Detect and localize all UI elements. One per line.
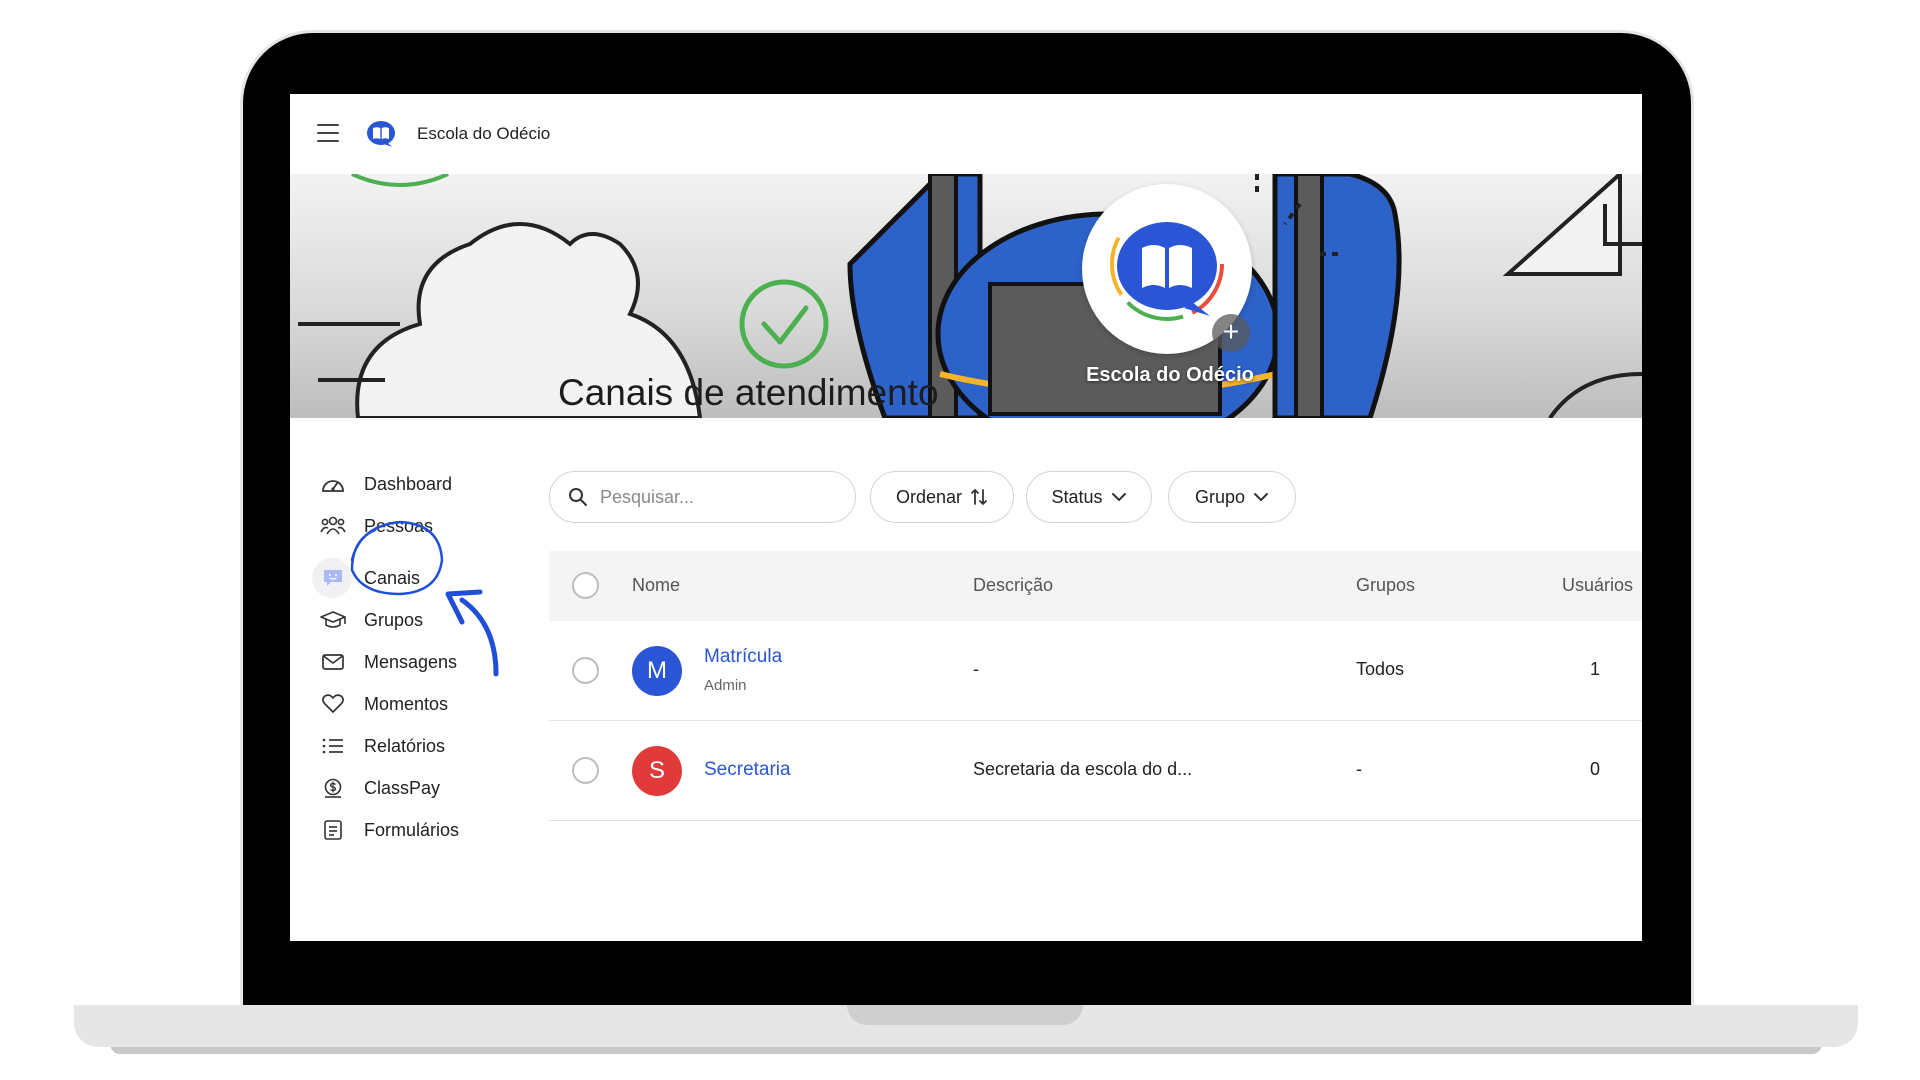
sidebar-item-label: Grupos: [364, 609, 424, 630]
sidebar-item-label: Dashboard: [364, 473, 453, 494]
laptop-notch: [847, 1005, 1083, 1025]
page-title: Canais de atendimento: [558, 372, 939, 413]
sidebar-item-label: Pessoas: [364, 515, 434, 536]
search-input[interactable]: [600, 486, 840, 508]
chevron-down-icon: [1254, 493, 1269, 501]
column-header-name[interactable]: Nome: [632, 575, 680, 596]
banner-school-name: Escola do Odécio: [1086, 364, 1254, 386]
sidebar-item-label: Momentos: [364, 693, 449, 714]
channel-groups: Todos: [1356, 659, 1405, 679]
school-name: Escola do Odécio: [417, 124, 551, 143]
cover-banner: + Escola do Odécio: [290, 174, 1642, 418]
dashboard-icon: [320, 471, 346, 497]
sidebar-item-mensagens[interactable]: Mensagens: [320, 644, 457, 680]
channel-users-count: 0: [1590, 759, 1601, 779]
people-icon: [320, 513, 346, 539]
envelope-icon: [320, 649, 346, 675]
sidebar-item-relatorios[interactable]: Relatórios: [320, 728, 445, 764]
column-header-description[interactable]: Descrição: [973, 575, 1053, 596]
table-header: Nome Descrição Grupos Usuários: [549, 551, 1642, 621]
channel-name-link[interactable]: Secretaria: [704, 759, 791, 781]
column-header-users[interactable]: Usuários: [1562, 575, 1633, 596]
sort-arrows-icon: [971, 489, 987, 505]
add-cover-button[interactable]: +: [1212, 314, 1250, 352]
sort-label: Ordenar: [895, 486, 963, 507]
sidebar-item-formularios[interactable]: Formulários: [320, 812, 459, 848]
sidebar-item-grupos[interactable]: Grupos: [320, 602, 423, 638]
money-bag-icon: [320, 775, 346, 801]
sidebar-item-momentos[interactable]: Momentos: [320, 686, 448, 722]
sidebar-item-pessoas[interactable]: Pessoas: [320, 508, 433, 544]
group-filter-label: Grupo: [1194, 486, 1246, 507]
status-filter-dropdown[interactable]: Status: [1026, 471, 1152, 523]
channel-name-link[interactable]: Matrícula: [704, 646, 782, 668]
column-header-groups[interactable]: Grupos: [1356, 575, 1415, 596]
form-icon: [320, 817, 346, 843]
sidebar-item-label: Formulários: [364, 819, 460, 840]
channel-groups: -: [1356, 759, 1362, 779]
channel-users-count: 1: [1590, 659, 1601, 679]
chevron-down-icon: [1111, 493, 1126, 501]
row-checkbox[interactable]: [572, 757, 599, 784]
channel-avatar: M: [632, 646, 682, 696]
heart-icon: [320, 691, 346, 717]
school-logo-icon: [367, 121, 395, 147]
graduation-cap-icon: [320, 607, 346, 633]
sidebar-item-canais[interactable]: Canais: [320, 560, 420, 596]
sidebar-item-label: Canais: [364, 567, 421, 588]
status-filter-label: Status: [1051, 486, 1103, 507]
table-row[interactable]: S Secretaria Secretaria da escola do d..…: [549, 721, 1642, 821]
sidebar-item-label: Mensagens: [364, 651, 458, 672]
list-icon: [320, 733, 346, 759]
sidebar-item-classpay[interactable]: ClassPay: [320, 770, 440, 806]
hamburger-menu-icon[interactable]: [317, 124, 339, 142]
search-box[interactable]: [549, 471, 856, 523]
channel-description: -: [973, 659, 979, 679]
channel-subtitle: Admin: [704, 677, 747, 694]
channel-chat-icon: [320, 565, 346, 591]
table-row[interactable]: M Matrícula Admin - Todos 1: [549, 621, 1642, 721]
sidebar-item-label: Relatórios: [364, 735, 446, 756]
row-checkbox[interactable]: [572, 657, 599, 684]
select-all-checkbox[interactable]: [572, 572, 599, 599]
sidebar-item-label: ClassPay: [364, 777, 441, 798]
app-screen: Escola do Odécio + Escola do Odécio Dash…: [290, 94, 1642, 941]
top-bar: Escola do Odécio: [290, 94, 1642, 174]
group-filter-dropdown[interactable]: Grupo: [1168, 471, 1296, 523]
sidebar-item-dashboard[interactable]: Dashboard: [320, 466, 452, 502]
banner-illustration: [298, 174, 1642, 418]
channel-description: Secretaria da escola do d...: [973, 759, 1193, 779]
channel-avatar: S: [632, 746, 682, 796]
sort-button[interactable]: Ordenar: [870, 471, 1014, 523]
search-icon: [569, 488, 587, 506]
